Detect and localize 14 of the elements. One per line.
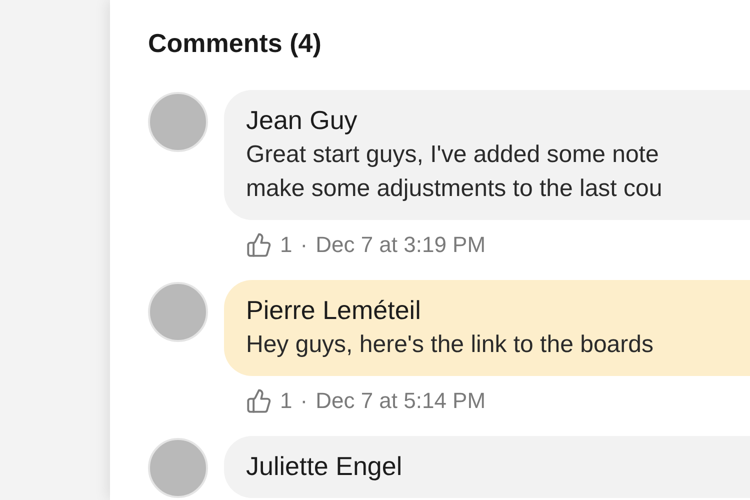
author-name: Jean Guy (246, 104, 358, 137)
comment-text: Great start guys, I've added some note make some adjustments to the last cou (246, 140, 664, 204)
author-name: Juliette Engel (246, 450, 404, 483)
comment-text: Hey guys, here's the link to the boards (246, 330, 654, 360)
like-count: 1 (280, 232, 292, 258)
comment-time: Dec 7 at 3:19 PM (316, 232, 486, 258)
comment-time: Dec 7 at 5:14 PM (316, 388, 486, 414)
separator: · (300, 388, 308, 414)
separator: · (300, 232, 308, 258)
like-count: 1 (280, 388, 292, 414)
author-name: Pierre Leméteil (246, 294, 422, 327)
like-icon[interactable] (246, 388, 272, 414)
like-icon[interactable] (246, 232, 272, 258)
comments-title: Comments (4) (148, 27, 322, 60)
